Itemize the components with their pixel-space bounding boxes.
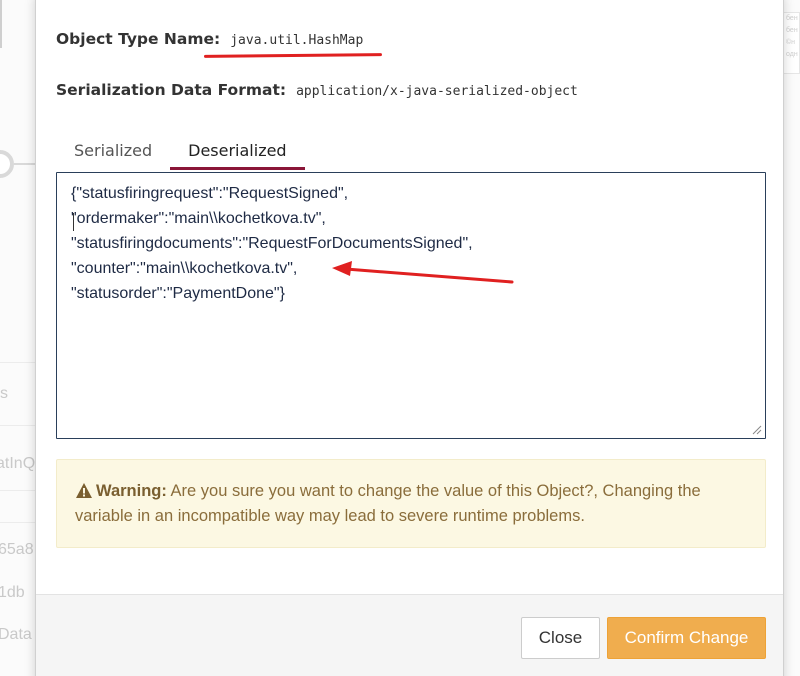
tab-deserialized[interactable]: Deserialized	[170, 133, 306, 170]
background-text: 65a8	[0, 541, 34, 558]
object-type-label: Object Type Name:	[56, 30, 221, 48]
annotation-arrow-icon	[332, 261, 514, 284]
data-format-label: Serialization Data Format:	[56, 81, 287, 99]
warning-message: Are you sure you want to change the valu…	[75, 482, 701, 525]
tab-serialized[interactable]: Serialized	[56, 133, 170, 169]
object-type-row: Object Type Name: java.util.HashMap	[56, 30, 363, 48]
object-type-value: java.util.HashMap	[230, 33, 364, 48]
text-cursor	[73, 213, 74, 231]
background-text: atInQ	[0, 455, 36, 472]
background-connector-line	[14, 163, 36, 165]
close-button[interactable]: Close	[521, 617, 600, 659]
background-side-text: ©н	[786, 39, 796, 46]
textarea-line: "ordermaker":"main\\kochetkova.tv",	[71, 210, 326, 227]
format-tabs: Serialized Deserialized	[56, 133, 306, 170]
textarea-line: {"statusfiringrequest":"RequestSigned",	[71, 185, 349, 202]
data-format-value: application/x-java-serialized-object	[296, 84, 578, 99]
background-side-text: бен	[786, 15, 798, 22]
background-side-text: бен	[786, 27, 798, 34]
background-divider	[0, 362, 36, 363]
background-side-text: одн	[786, 51, 798, 58]
textarea-line: "statusfiringdocuments":"RequestForDocum…	[71, 235, 473, 252]
modal-footer: Close Confirm Change	[36, 594, 783, 676]
background-text: s	[0, 385, 8, 402]
background-text: 1db	[0, 584, 25, 601]
background-divider	[0, 522, 36, 523]
background-divider	[0, 425, 36, 426]
change-variable-modal: Object Type Name: java.util.HashMap Seri…	[35, 0, 784, 676]
resize-handle-icon[interactable]	[752, 425, 762, 435]
warning-title: Warning:	[96, 482, 167, 500]
warning-alert: Warning: Are you sure you want to change…	[56, 459, 766, 548]
background-process-node-icon	[0, 150, 14, 178]
background-side-panel: бен бен ©н одн	[782, 12, 800, 74]
warning-triangle-icon	[76, 483, 92, 498]
background-left-bar	[0, 0, 2, 48]
deserialized-value-textarea[interactable]: {"statusfiringrequest":"RequestSigned", …	[56, 172, 766, 439]
confirm-change-button[interactable]: Confirm Change	[607, 617, 766, 659]
data-format-row: Serialization Data Format: application/x…	[56, 81, 578, 99]
annotation-underline	[203, 53, 383, 58]
background-divider	[0, 490, 36, 491]
background-text: Data	[0, 626, 32, 643]
